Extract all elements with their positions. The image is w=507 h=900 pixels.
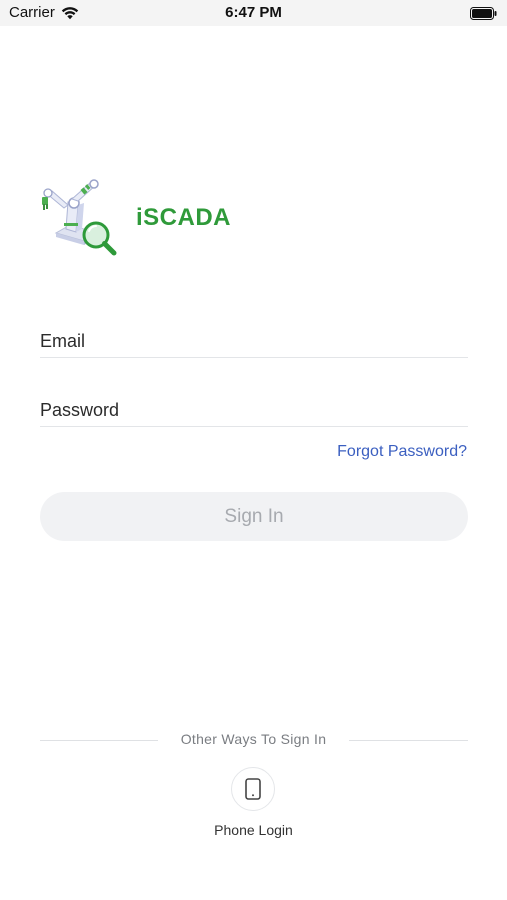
status-bar: Carrier 6:47 PM	[0, 0, 507, 26]
smartphone-icon	[245, 778, 261, 800]
app-logo	[38, 175, 122, 259]
password-field-container	[40, 396, 468, 427]
sign-in-button[interactable]: Sign In	[40, 492, 468, 541]
password-field[interactable]	[40, 396, 468, 424]
app-name: iSCADA	[136, 204, 232, 231]
robot-arm-magnifier-logo	[42, 179, 117, 256]
other-ways-label: Other Ways To Sign In	[180, 731, 327, 747]
forgot-password-link[interactable]: Forgot Password?	[337, 443, 467, 461]
email-field[interactable]	[40, 327, 468, 355]
email-field-container	[40, 327, 468, 358]
phone-login-label: Phone Login	[214, 822, 293, 838]
status-time: 6:47 PM	[225, 4, 282, 21]
battery-icon	[470, 7, 497, 20]
phone-login-button[interactable]	[231, 767, 275, 811]
divider-right	[349, 740, 468, 741]
